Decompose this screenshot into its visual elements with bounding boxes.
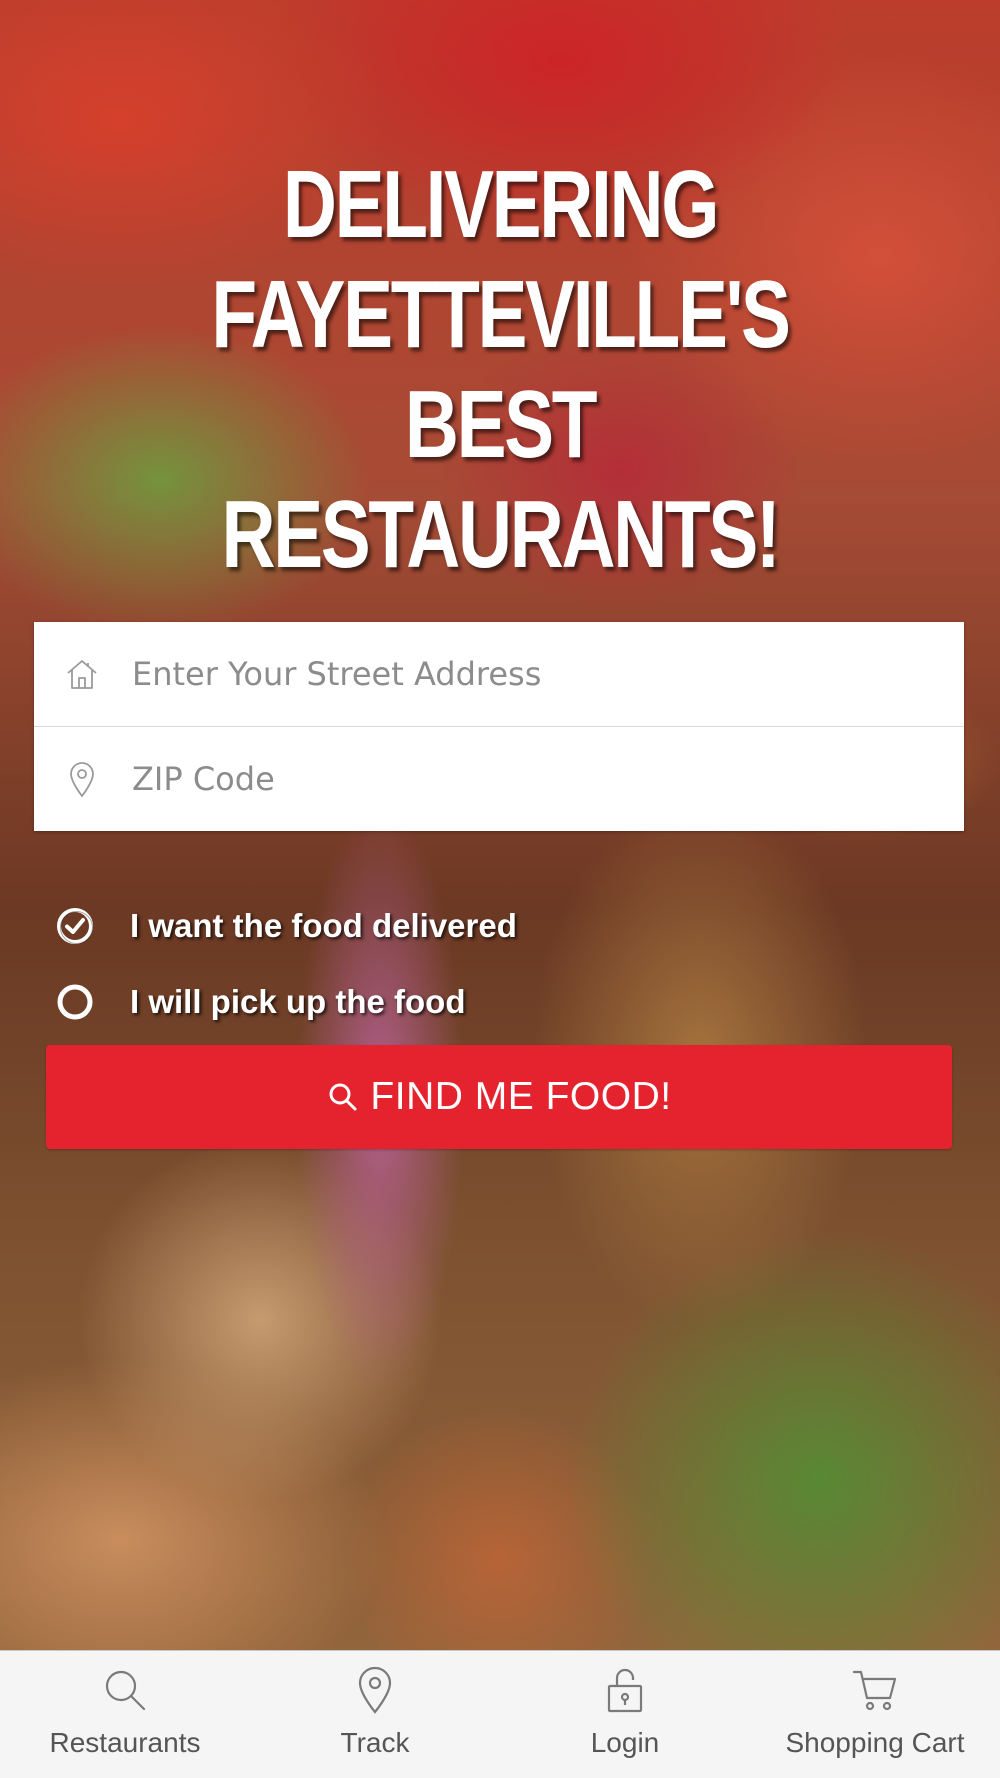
unlock-icon	[601, 1665, 649, 1715]
option-pickup-label: I will pick up the food	[130, 983, 466, 1020]
search-icon	[101, 1665, 149, 1715]
tab-shopping-cart[interactable]: Shopping Cart	[750, 1651, 1000, 1778]
headline-line-3: RESTAURANTS!	[221, 481, 780, 588]
headline-line-1: DELIVERING	[282, 151, 720, 258]
cart-icon	[851, 1665, 899, 1715]
tab-track[interactable]: Track	[250, 1651, 500, 1778]
hero-headline: DELIVERING FAYETTEVILLE'S BEST RESTAURAN…	[110, 150, 890, 590]
empty-circle-icon[interactable]	[56, 983, 94, 1021]
zip-code-input[interactable]	[132, 749, 964, 809]
option-delivery[interactable]: I want the food delivered	[56, 888, 756, 964]
headline-line-2: FAYETTEVILLE'S BEST	[211, 261, 791, 478]
street-address-input[interactable]	[132, 644, 964, 704]
street-address-row	[34, 622, 964, 726]
address-form	[34, 622, 964, 831]
bottom-tab-bar: Restaurants Track Login Shopping Cart	[0, 1650, 1000, 1778]
zip-code-row	[34, 726, 964, 831]
tab-login-label: Login	[590, 1727, 660, 1758]
find-me-food-label: FIND ME FOOD!	[370, 1075, 672, 1118]
tab-track-label: Track	[340, 1727, 410, 1758]
home-icon	[64, 654, 100, 694]
location-pin-icon	[351, 1665, 399, 1715]
tab-restaurants-label: Restaurants	[49, 1727, 201, 1758]
search-icon	[326, 1080, 360, 1114]
tab-login[interactable]: Login	[500, 1651, 750, 1778]
check-circle-icon[interactable]	[56, 907, 94, 945]
fulfillment-options: I want the food delivered I will pick up…	[56, 888, 756, 1040]
option-delivery-label: I want the food delivered	[130, 907, 517, 944]
location-pin-icon	[64, 759, 100, 799]
tab-restaurants[interactable]: Restaurants	[0, 1651, 250, 1778]
tab-shopping-cart-label: Shopping Cart	[785, 1727, 965, 1758]
option-pickup[interactable]: I will pick up the food	[56, 964, 756, 1040]
find-me-food-button[interactable]: FIND ME FOOD!	[46, 1045, 952, 1149]
